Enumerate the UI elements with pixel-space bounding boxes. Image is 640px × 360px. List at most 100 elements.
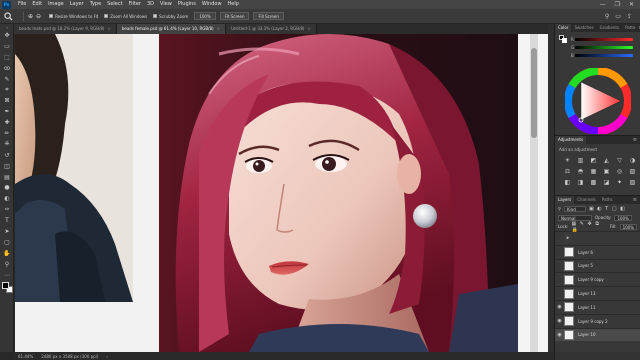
layer-row[interactable]: ◉ Layer 11: [555, 299, 640, 314]
blur-tool-icon[interactable]: ●: [0, 182, 14, 193]
adjustment-icon[interactable]: ◎: [615, 167, 624, 175]
menu-edit[interactable]: Edit: [29, 0, 45, 9]
menu-plugins[interactable]: Plugins: [175, 0, 199, 9]
adjustment-icon[interactable]: ◑: [628, 156, 637, 164]
adjustment-icon[interactable]: ▧: [628, 178, 637, 186]
tab-layers[interactable]: Layers: [555, 196, 575, 204]
close-tab-icon[interactable]: ×: [307, 26, 310, 31]
filter-icons[interactable]: ▣ ◐ T ▢ ◧: [589, 206, 626, 212]
maximize-icon[interactable]: ❐: [615, 1, 620, 8]
healing-brush-icon[interactable]: ✚: [0, 117, 14, 128]
eyedropper-tool-icon[interactable]: ✒: [0, 106, 14, 117]
tab-channels[interactable]: Channels: [574, 196, 599, 204]
layer-row[interactable]: ◉ Layer 9 copy 2: [555, 313, 640, 328]
adjustment-icon[interactable]: ☀: [563, 156, 572, 164]
menu-file[interactable]: File: [15, 0, 29, 9]
pen-tool-icon[interactable]: ✑: [0, 204, 14, 215]
vertical-scrollbar[interactable]: [530, 34, 538, 352]
zoom-tool-icon[interactable]: [3, 11, 13, 21]
layer-row[interactable]: Layer 6: [555, 244, 640, 259]
canvas-area[interactable]: [15, 34, 548, 352]
chevron-right-icon[interactable]: ›: [106, 354, 108, 359]
crop-tool-icon[interactable]: ⌗: [0, 84, 14, 95]
zoom-all-windows-checkbox[interactable]: [104, 14, 109, 18]
zoom-level[interactable]: 61.44%: [18, 354, 33, 359]
slider-bar[interactable]: [575, 45, 633, 49]
adjustment-icon[interactable]: ▨: [628, 167, 637, 175]
red-slider[interactable]: R: [571, 36, 633, 42]
zoom-100-button[interactable]: 100%: [194, 12, 216, 20]
workspace-icon[interactable]: ▭: [615, 13, 621, 20]
tab-paths[interactable]: Paths: [599, 196, 616, 204]
menu-view[interactable]: View: [157, 0, 175, 9]
close-tab-icon[interactable]: ×: [107, 26, 110, 31]
adjustment-icon[interactable]: ▦: [589, 167, 598, 175]
zoom-out-icon[interactable]: ⊖: [36, 13, 41, 20]
layer-row[interactable]: Layer 5: [555, 258, 640, 273]
adjustment-icon[interactable]: ◩: [589, 156, 598, 164]
menu-filter[interactable]: Filter: [126, 0, 144, 9]
fit-screen-button[interactable]: Fit Screen: [219, 12, 250, 20]
tab-color[interactable]: Color: [555, 24, 572, 32]
tab-beads-female[interactable]: beads female.psd @ 61.4% (Layer 10, RGB/…: [116, 24, 226, 34]
menu-select[interactable]: Select: [104, 0, 125, 9]
layer-row[interactable]: ◉ Layer 10: [555, 327, 640, 342]
adjustment-icon[interactable]: ▣: [602, 167, 611, 175]
scrubby-zoom-checkbox[interactable]: [153, 14, 158, 18]
close-tab-icon[interactable]: ×: [217, 26, 220, 31]
tab-patterns[interactable]: Patte: [622, 24, 638, 32]
menu-type[interactable]: Type: [87, 0, 104, 9]
type-tool-icon[interactable]: T: [0, 215, 14, 226]
menu-3d[interactable]: 3D: [144, 0, 157, 9]
adjustment-icon[interactable]: ▩: [589, 178, 598, 186]
eraser-tool-icon[interactable]: ◫: [0, 161, 14, 172]
visibility-eye-icon[interactable]: ◉: [555, 318, 564, 324]
minimize-icon[interactable]: —: [600, 1, 606, 8]
panel-menu-icon[interactable]: ≡: [633, 137, 640, 143]
artboard-tool-icon[interactable]: ▭: [0, 41, 14, 52]
visibility-eye-icon[interactable]: ◉: [555, 332, 564, 338]
lasso-tool-icon[interactable]: ꝏ: [0, 63, 14, 74]
blue-slider[interactable]: B: [571, 52, 633, 58]
color-panel-swatch[interactable]: [559, 35, 567, 43]
resize-windows-checkbox[interactable]: [49, 14, 54, 18]
visibility-eye-icon[interactable]: ◉: [555, 304, 564, 310]
clone-stamp-icon[interactable]: ⎈: [0, 139, 14, 150]
fill-input[interactable]: 100%: [619, 223, 637, 230]
move-tool-icon[interactable]: ✥: [0, 30, 14, 41]
zoom-tool-icon[interactable]: ⚲: [0, 259, 14, 270]
slider-bar[interactable]: [575, 37, 633, 41]
adjustment-icon[interactable]: ◧: [563, 178, 572, 186]
adjustment-icon[interactable]: ✦: [615, 178, 624, 186]
green-slider[interactable]: G: [571, 44, 633, 50]
zoom-in-icon[interactable]: ⊕: [28, 13, 33, 20]
foreground-color[interactable]: [2, 282, 9, 290]
hand-tool-icon[interactable]: ✋: [0, 248, 14, 259]
panel-menu-icon[interactable]: ≡: [633, 197, 640, 203]
layer-row[interactable]: Layer 13: [555, 286, 640, 300]
adjustment-icon[interactable]: ▥: [576, 156, 585, 164]
adjustment-icon[interactable]: ◓: [576, 167, 585, 175]
close-icon[interactable]: ✕: [629, 1, 634, 8]
gradient-tool-icon[interactable]: ▤: [0, 172, 14, 183]
tab-swatches[interactable]: Swatches: [571, 24, 596, 32]
fill-screen-button[interactable]: Fill Screen: [253, 12, 284, 20]
tab-gradients[interactable]: Gradients: [597, 24, 623, 32]
layer-row[interactable]: Layer 9 copy: [555, 272, 640, 286]
search-icon[interactable]: ⚲: [605, 13, 609, 20]
tab-beads-mats[interactable]: beads mats.psd @ 18.2% (Layer 9, RGB/8) ×: [14, 24, 117, 34]
frame-tool-icon[interactable]: ⊠: [0, 95, 14, 106]
tab-untitled-1[interactable]: Untitled-1 @ 33.3% (Layer 2, RGB/8) ×: [225, 24, 317, 34]
path-select-icon[interactable]: ➤: [0, 226, 14, 237]
menu-layer[interactable]: Layer: [67, 0, 87, 9]
adjustment-icon[interactable]: ▽: [615, 156, 624, 164]
adjustment-icon[interactable]: ◭: [602, 156, 611, 164]
lock-icons[interactable]: ▦ ✎ ✥ ⧉ 🔒: [571, 221, 606, 233]
menu-image[interactable]: Image: [45, 0, 67, 9]
slider-bar[interactable]: [575, 53, 633, 57]
opacity-input[interactable]: 100%: [614, 214, 632, 221]
menu-help[interactable]: Help: [225, 0, 242, 9]
shape-tool-icon[interactable]: ▢: [0, 237, 14, 248]
layer-row[interactable]: ▸: [555, 231, 640, 245]
background-color[interactable]: [562, 38, 567, 43]
